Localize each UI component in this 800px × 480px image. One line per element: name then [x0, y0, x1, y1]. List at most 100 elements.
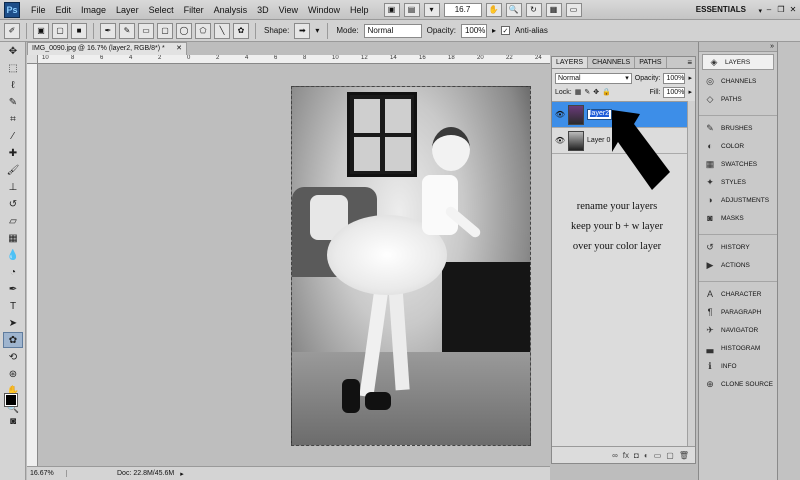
tab-channels[interactable]: CHANNELS — [588, 57, 636, 68]
clone-stamp-tool-icon[interactable]: ⊥ — [3, 179, 23, 195]
menu-analysis[interactable]: Analysis — [209, 0, 253, 20]
status-doc-size[interactable]: Doc: 22.8M/45.6M — [67, 470, 174, 477]
menu-help[interactable]: Help — [345, 0, 374, 20]
vertical-ruler[interactable] — [27, 64, 38, 466]
freeform-pen-icon[interactable]: ✎ — [119, 22, 135, 39]
panel-menu-icon[interactable]: ≡ — [687, 57, 695, 68]
crop-tool-icon[interactable]: ⌗ — [3, 111, 23, 127]
close-document-icon[interactable]: ✕ — [176, 43, 182, 55]
arrange-documents-icon[interactable]: ▦ — [545, 2, 562, 17]
dock-item-swatches[interactable]: ▦ SWATCHES — [699, 155, 777, 173]
dock-item-navigator[interactable]: ✈ NAVIGATOR — [699, 321, 777, 339]
rectangle-icon[interactable]: ▭ — [138, 22, 154, 39]
menu-3d[interactable]: 3D — [252, 0, 274, 20]
menu-image[interactable]: Image — [76, 0, 111, 20]
type-tool-icon[interactable]: T — [3, 298, 23, 314]
mode-select[interactable]: Normal — [363, 23, 422, 38]
zoom-tool-icon[interactable]: 🔍 — [505, 2, 522, 17]
move-tool-icon[interactable]: ✥ — [3, 43, 23, 59]
pen-icon[interactable]: ✒ — [100, 22, 116, 39]
foreground-color-swatch[interactable] — [4, 393, 18, 407]
restore-icon[interactable]: ❐ — [776, 3, 786, 15]
menu-file[interactable]: File — [26, 0, 51, 20]
rotate-view-icon[interactable]: ↻ — [525, 2, 542, 17]
menu-view[interactable]: View — [274, 0, 303, 20]
hand-tool-icon[interactable]: ✋ — [485, 2, 502, 17]
delete-layer-icon[interactable]: 🗑 — [679, 451, 689, 460]
tab-paths[interactable]: PATHS — [635, 57, 667, 68]
eyedropper-tool-icon[interactable]: ⁄ — [3, 128, 23, 144]
polygon-icon[interactable]: ⬠ — [195, 22, 211, 39]
blur-tool-icon[interactable]: 💧 — [3, 247, 23, 263]
shape-layers-icon[interactable]: ▣ — [33, 22, 49, 39]
eraser-tool-icon[interactable]: ▱ — [3, 213, 23, 229]
lock-image-icon[interactable]: ✎ — [584, 88, 590, 96]
dock-collapse-icon[interactable]: » — [699, 42, 777, 52]
3d-rotate-tool-icon[interactable]: ⟲ — [3, 349, 23, 365]
dock-item-color[interactable]: ◐ COLOR — [699, 137, 777, 155]
minimize-icon[interactable]: – — [764, 3, 774, 15]
dock-item-masks[interactable]: ◙ MASKS — [699, 209, 777, 227]
opacity-slider-icon[interactable]: ▸ — [688, 74, 692, 82]
brush-tool-icon[interactable]: 🖌 — [3, 162, 23, 178]
workspace-dropdown-icon[interactable]: ▾ — [758, 7, 762, 15]
custom-shape-tool-icon[interactable]: ✿ — [3, 332, 23, 348]
workspace-switcher[interactable]: ESSENTIALS — [692, 3, 750, 17]
dock-item-clone-source[interactable]: ⊕ CLONE SOURCE — [699, 375, 777, 393]
mini-bridge-icon[interactable]: ▤ — [403, 2, 420, 17]
shape-picker-dropdown-icon[interactable]: ▾ — [313, 26, 321, 35]
layer-name-rename-input[interactable]: layer2 — [587, 109, 613, 120]
menu-window[interactable]: Window — [303, 0, 345, 20]
paths-mode-icon[interactable]: ▢ — [52, 22, 68, 39]
path-selection-tool-icon[interactable]: ➤ — [3, 315, 23, 331]
quick-selection-tool-icon[interactable]: ✎ — [3, 94, 23, 110]
3d-orbit-tool-icon[interactable]: ⊛ — [3, 366, 23, 382]
status-zoom[interactable]: 16.67% — [27, 470, 67, 477]
gradient-tool-icon[interactable]: ▦ — [3, 230, 23, 246]
ellipse-icon[interactable]: ◯ — [176, 22, 192, 39]
dodge-tool-icon[interactable]: ◔ — [3, 264, 23, 280]
fill-slider-icon[interactable]: ▸ — [688, 88, 692, 96]
new-group-icon[interactable]: ▭ — [654, 451, 662, 460]
tool-preset-icon[interactable]: ✐ — [4, 22, 20, 39]
new-layer-icon[interactable]: ▢ — [666, 451, 674, 460]
lock-position-icon[interactable]: ✥ — [593, 88, 599, 96]
dock-item-brushes[interactable]: ✎ BRUSHES — [699, 119, 777, 137]
dock-item-actions[interactable]: ▶ ACTIONS — [699, 256, 777, 274]
tab-layers[interactable]: LAYERS — [552, 57, 589, 68]
history-brush-tool-icon[interactable]: ↺ — [3, 196, 23, 212]
healing-brush-tool-icon[interactable]: ✚ — [3, 145, 23, 161]
line-icon[interactable]: ╲ — [214, 22, 230, 39]
dock-item-styles[interactable]: ✦ STYLES — [699, 173, 777, 191]
dock-item-paths[interactable]: ◇ PATHS — [699, 90, 777, 108]
zoom-level-field[interactable]: 16.7 — [443, 2, 482, 17]
menu-layer[interactable]: Layer — [111, 0, 144, 20]
layer-style-icon[interactable]: fx — [623, 451, 629, 460]
rounded-rectangle-icon[interactable]: ▢ — [157, 22, 173, 39]
dock-item-histogram[interactable]: ▃ HISTOGRAM — [699, 339, 777, 357]
horizontal-ruler[interactable]: 10 8 6 4 2 0 2 4 6 8 10 12 14 16 18 20 22 24 — [38, 55, 550, 64]
dock-item-paragraph[interactable]: ¶ PARAGRAPH — [699, 303, 777, 321]
ruler-origin[interactable] — [27, 55, 38, 64]
link-layers-icon[interactable]: ∞ — [612, 451, 618, 460]
lock-transparency-icon[interactable]: ▦ — [575, 88, 582, 96]
dock-item-history[interactable]: ↺ HISTORY — [699, 238, 777, 256]
layer-opacity-input[interactable]: 100% — [663, 72, 686, 84]
opacity-dropdown-icon[interactable]: ▸ — [490, 26, 498, 35]
shape-picker-arrow-icon[interactable]: ➡ — [294, 22, 311, 39]
menu-filter[interactable]: Filter — [179, 0, 209, 20]
layers-scrollbar[interactable] — [687, 101, 695, 446]
antialias-checkbox[interactable]: ✓ — [500, 26, 510, 35]
blend-mode-select[interactable]: Normal ▾ — [555, 72, 632, 84]
custom-shape-icon[interactable]: ✿ — [233, 22, 249, 39]
visibility-eye-icon[interactable]: 👁 — [555, 136, 565, 146]
pen-tool-icon[interactable]: ✒ — [3, 281, 23, 297]
dock-item-layers[interactable]: ◈ LAYERS — [702, 54, 774, 70]
dock-item-info[interactable]: ℹ INFO — [699, 357, 777, 375]
lock-all-icon[interactable]: 🔒 — [602, 88, 611, 96]
fill-pixels-icon[interactable]: ■ — [71, 22, 87, 39]
dock-item-channels[interactable]: ◎ CHANNELS — [699, 72, 777, 90]
adjustment-layer-icon[interactable]: ◐ — [644, 451, 649, 460]
menu-edit[interactable]: Edit — [51, 0, 77, 20]
menu-select[interactable]: Select — [144, 0, 179, 20]
